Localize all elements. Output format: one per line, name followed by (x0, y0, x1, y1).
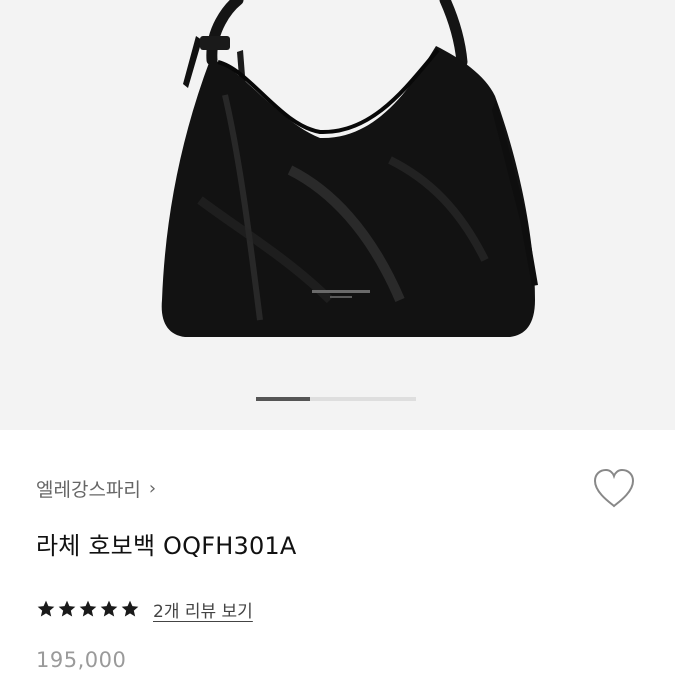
rating-stars (36, 599, 141, 619)
product-image-gallery[interactable] (0, 0, 675, 430)
review-link[interactable]: 2개 리뷰 보기 (153, 597, 253, 622)
chevron-right-icon: › (148, 477, 157, 499)
rating-row: 2개 리뷰 보기 (36, 594, 253, 624)
brand-name: 엘레강스파리 (36, 478, 141, 501)
star-icon (79, 600, 97, 617)
price: 195,000 (36, 648, 127, 672)
product-title: 라체 호보백 OQFH301A (36, 532, 297, 560)
brand-link[interactable]: 엘레강스파리 › (36, 472, 156, 504)
product-image[interactable] (140, 0, 560, 345)
star-icon (121, 600, 139, 617)
gallery-pager[interactable] (256, 397, 416, 401)
gallery-pager-active (256, 397, 311, 401)
star-icon (37, 600, 55, 617)
star-icon (100, 600, 118, 617)
heart-icon[interactable] (590, 466, 638, 510)
star-icon (58, 600, 76, 617)
